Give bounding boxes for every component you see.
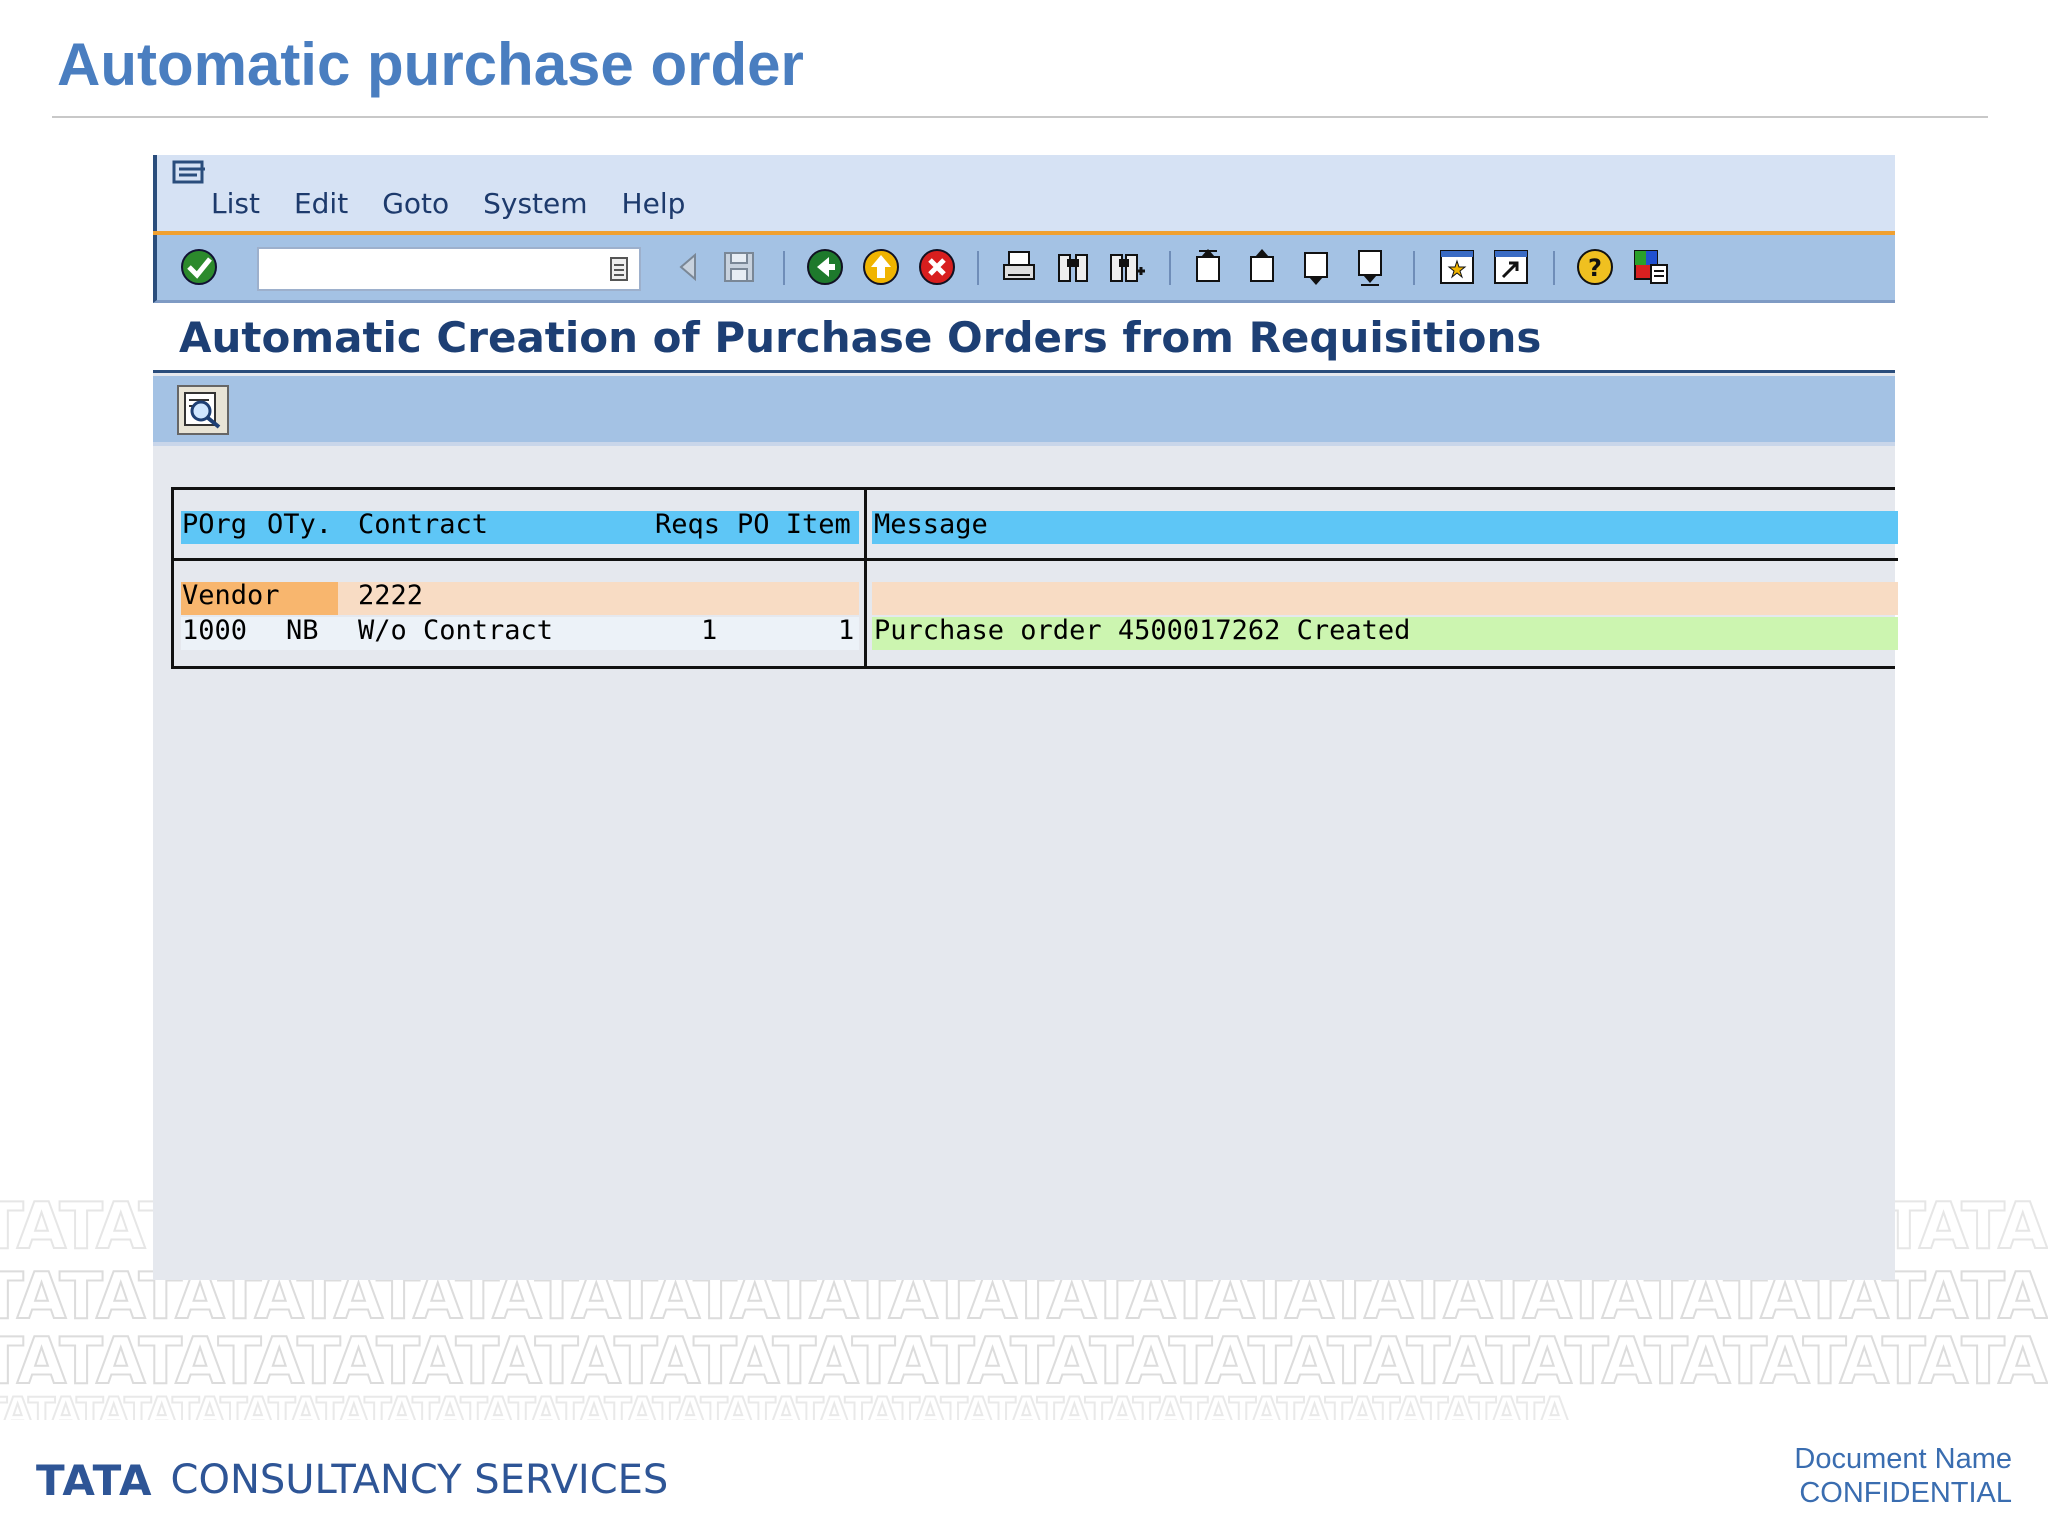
message-header-background: [872, 511, 1898, 544]
layout-menu-icon[interactable]: [1631, 247, 1671, 287]
application-toolbar: [153, 376, 1895, 446]
menu-system[interactable]: System: [483, 187, 587, 220]
screen-title: Automatic Creation of Purchase Orders fr…: [179, 313, 1542, 362]
row-oty: NB: [286, 615, 319, 646]
row-porg: 1000: [182, 615, 248, 646]
company-name: CONSULTANCY SERVICES: [170, 1457, 669, 1503]
command-field[interactable]: [257, 247, 641, 291]
system-menu-icon[interactable]: [171, 159, 209, 191]
col-header-message: Message: [874, 509, 988, 540]
col-header-po-item: PO Item: [737, 509, 851, 540]
find-next-icon[interactable]: [1107, 247, 1147, 287]
po-result-list: POrg OTy. Contract Reqs PO Item Message …: [171, 487, 1898, 669]
shortcut-icon[interactable]: [1491, 247, 1531, 287]
enter-icon[interactable]: [179, 247, 219, 287]
vendor-number[interactable]: 2222: [358, 580, 423, 611]
vendor-label: Vendor: [182, 580, 280, 611]
menu-help[interactable]: Help: [622, 187, 686, 220]
back-arrow-icon[interactable]: [669, 247, 709, 287]
save-icon[interactable]: [719, 247, 759, 287]
menu-edit[interactable]: Edit: [294, 187, 348, 220]
menu-goto[interactable]: Goto: [382, 187, 449, 220]
standard-toolbar: ?: [153, 235, 1895, 303]
header-separator: [174, 558, 1898, 561]
confidential-label: CONFIDENTIAL: [1799, 1477, 2012, 1509]
menu-bar: List Edit Goto System Help: [153, 155, 1895, 231]
last-page-icon[interactable]: [1351, 247, 1391, 287]
first-page-icon[interactable]: [1189, 247, 1229, 287]
vendor-message-background: [872, 582, 1898, 615]
col-header-oty: OTy.: [267, 509, 333, 540]
col-header-contract: Contract: [358, 509, 489, 540]
title-divider: [52, 116, 1988, 118]
menu-list[interactable]: List: [211, 187, 260, 220]
cancel-icon[interactable]: [917, 247, 957, 287]
tcs-logo: TATA CONSULTANCY SERVICES: [36, 1455, 669, 1505]
svg-text:?: ?: [1588, 254, 1602, 282]
find-icon[interactable]: [1053, 247, 1093, 287]
back-icon[interactable]: [805, 247, 845, 287]
command-history-icon[interactable]: [605, 255, 633, 283]
slide-title: Automatic purchase order: [57, 31, 804, 98]
command-input[interactable]: [259, 249, 589, 287]
document-label: Document Name CONFIDENTIAL: [1794, 1442, 2012, 1510]
row-contract: W/o Contract: [358, 615, 554, 646]
previous-page-icon[interactable]: [1243, 247, 1283, 287]
screen-title-bar: Automatic Creation of Purchase Orders fr…: [153, 303, 1895, 373]
row-po-item: 1: [838, 615, 855, 646]
print-icon[interactable]: [999, 247, 1039, 287]
help-icon[interactable]: ?: [1575, 247, 1615, 287]
row-message[interactable]: Purchase order 4500017262 Created: [874, 615, 1410, 646]
display-document-button[interactable]: [177, 385, 229, 435]
col-header-porg: POrg: [182, 509, 248, 540]
tata-logo-word: TATA: [36, 1455, 153, 1505]
column-separator: [864, 490, 867, 669]
document-name: Document Name: [1794, 1443, 2012, 1475]
exit-icon[interactable]: [861, 247, 901, 287]
display-document-icon: [184, 392, 221, 429]
col-header-reqs: Reqs: [655, 509, 721, 540]
create-session-icon[interactable]: [1437, 247, 1477, 287]
row-reqs: 1: [701, 615, 718, 646]
next-page-icon[interactable]: [1297, 247, 1337, 287]
sap-window: List Edit Goto System Help ? Automatic C…: [153, 155, 1898, 1280]
